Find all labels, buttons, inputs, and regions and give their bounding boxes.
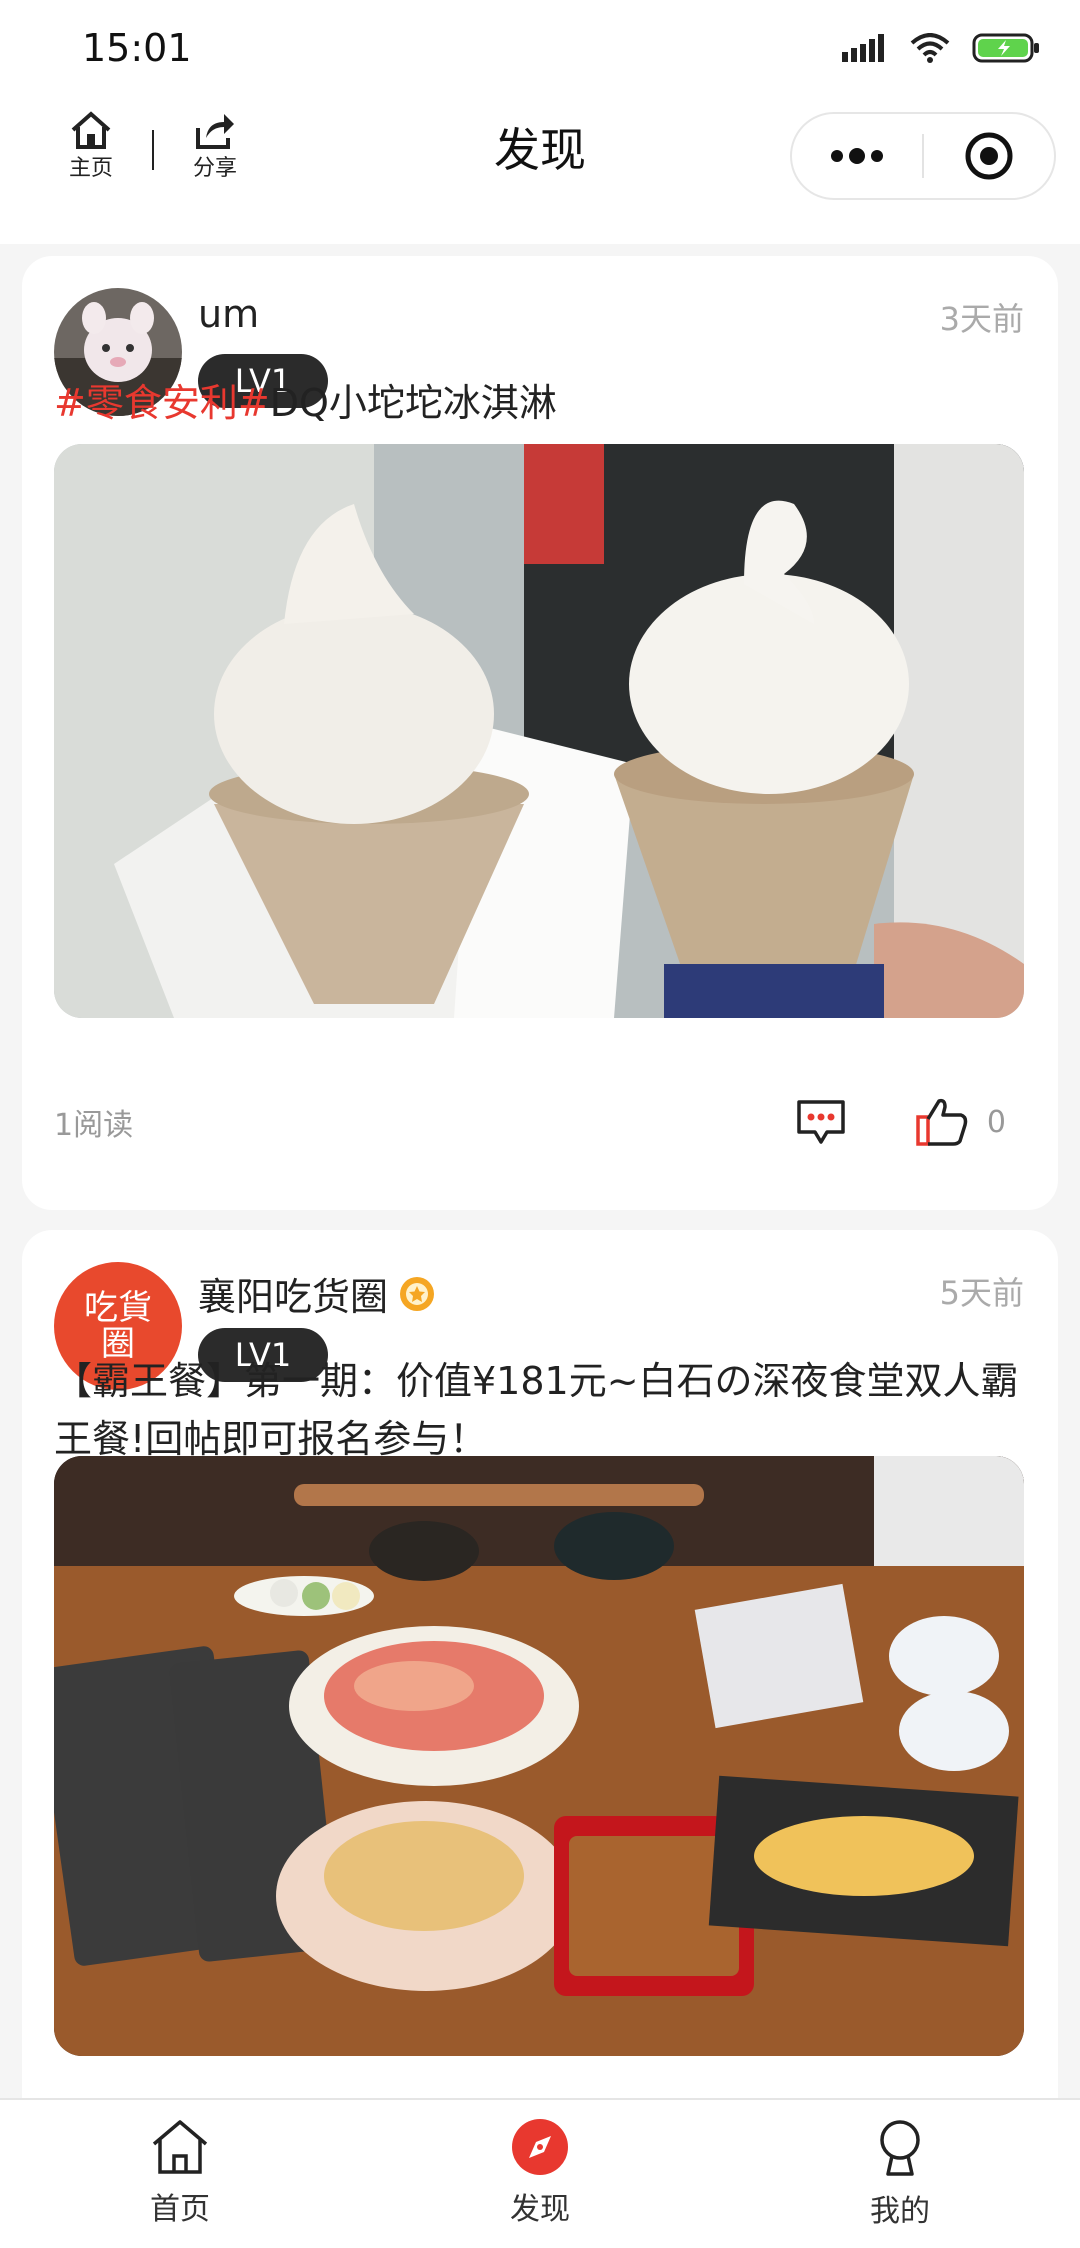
tab-home[interactable]: 首页 xyxy=(0,2100,360,2248)
post-time: 5天前 xyxy=(939,1274,1024,1312)
post-card[interactable]: um LV1 3天前 #零食安利#DQ小坨坨冰淇淋 1阅读 0 xyxy=(22,256,1058,1210)
izakaya-meal-photo xyxy=(54,1456,1024,2056)
hashtag[interactable]: #零食安利 xyxy=(54,381,238,425)
username[interactable]: um xyxy=(198,292,259,336)
nav-bar: 主页 分享 发现 xyxy=(0,96,1080,244)
compass-icon xyxy=(512,2119,568,2175)
wifi-icon xyxy=(910,33,950,63)
post-card[interactable]: 吃貨圈 襄阳吃货圈 LV1 5天前 【霸王餐】第一期：价值¥181元~白石の深夜… xyxy=(22,1230,1058,2098)
username[interactable]: 襄阳吃货圈 xyxy=(198,1266,436,1321)
post-title[interactable]: #零食安利#DQ小坨坨冰淇淋 xyxy=(54,374,1034,432)
discover-page: 15:01 主页 分享 发现 um LV1 3天前 #零食安利#DQ小坨坨冰淇淋… xyxy=(0,0,1080,2248)
status-bar: 15:01 xyxy=(0,0,1080,96)
username-text: um xyxy=(198,292,260,336)
ice-cream-photo xyxy=(54,444,1024,1018)
like-count: 0 xyxy=(986,1104,1006,1140)
post-feed: um LV1 3天前 #零食安利#DQ小坨坨冰淇淋 1阅读 0 吃貨圈 襄阳吃货… xyxy=(0,250,1080,2098)
post-title-text: 【霸王餐】第一期：价值¥181元~白石の深夜食堂双人霸王餐!回帖即可报名参与！ xyxy=(54,1359,1019,1461)
close-button[interactable] xyxy=(924,114,1054,198)
more-button[interactable] xyxy=(792,114,922,198)
post-image[interactable] xyxy=(54,1456,1024,2056)
signal-icon xyxy=(842,34,884,62)
hashtag-symbol[interactable]: # xyxy=(238,381,270,425)
thumbs-up-icon xyxy=(916,1098,968,1146)
post-title[interactable]: 【霸王餐】第一期：价值¥181元~白石の深夜食堂双人霸王餐!回帖即可报名参与！ xyxy=(54,1352,1034,1468)
user-icon xyxy=(880,2120,920,2176)
tab-discover[interactable]: 发现 xyxy=(360,2100,720,2248)
tab-label: 发现 xyxy=(510,2192,570,2227)
status-time: 15:01 xyxy=(82,26,192,70)
comment-button[interactable] xyxy=(791,1094,851,1150)
tab-label: 首页 xyxy=(150,2192,210,2227)
verified-medal-icon xyxy=(400,1276,435,1311)
status-icons xyxy=(842,33,1040,63)
post-footer: 1阅读 0 xyxy=(54,1092,1026,1152)
post-image[interactable] xyxy=(54,444,1024,1018)
username-text: 襄阳吃货圈 xyxy=(198,1275,389,1319)
post-title-text: DQ小坨坨冰淇淋 xyxy=(269,381,557,425)
read-count: 1阅读 xyxy=(54,1108,134,1143)
comment-icon xyxy=(797,1100,845,1144)
close-target-icon xyxy=(965,132,1013,180)
mini-program-capsule xyxy=(790,112,1056,200)
more-icon xyxy=(831,148,883,164)
post-time: 3天前 xyxy=(939,300,1024,338)
tab-label: 我的 xyxy=(870,2194,930,2229)
like-button[interactable]: 0 xyxy=(915,1097,1006,1147)
tab-profile[interactable]: 我的 xyxy=(720,2100,1080,2248)
home-icon xyxy=(152,2120,208,2174)
tab-bar: 首页 发现 我的 xyxy=(0,2098,1080,2248)
battery-icon xyxy=(972,33,1039,63)
